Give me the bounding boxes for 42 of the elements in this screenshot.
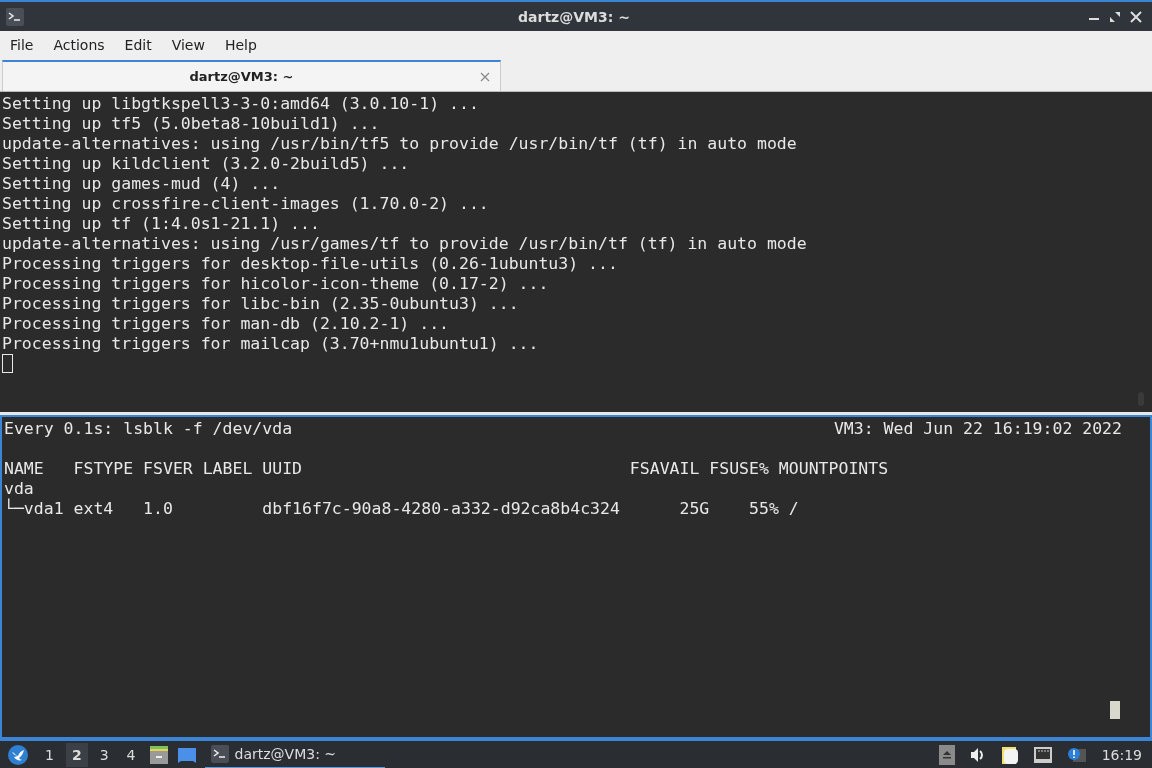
menu-item[interactable]: File	[0, 36, 44, 53]
terminal-line: NAME FSTYPE FSVER LABEL UUID FSAVAIL FSUSE% MOUNTPOINTS	[3, 459, 890, 479]
terminal-line: Setting up tf (1:4.0s1-21.1) ...	[1, 214, 321, 234]
terminal-line: Setting up kildclient (3.2.0-2build5) ...	[1, 154, 411, 174]
menu-item[interactable]: Help	[214, 36, 267, 53]
eject-icon[interactable]	[938, 745, 955, 765]
window-title: dartz@VM3: ~	[517, 8, 631, 25]
terminal-line: Processing triggers for man-db (2.10.2-1) ...	[1, 314, 451, 334]
text-cursor	[1110, 701, 1120, 719]
clipboard-icon[interactable]	[1000, 745, 1019, 765]
terminal-icon	[210, 745, 229, 763]
menu-item[interactable]: Edit	[114, 36, 162, 53]
terminal-icon	[6, 7, 24, 26]
terminal-line: Setting up crossfire-client-images (1.70.0-2) ...	[1, 194, 490, 214]
taskbar-button[interactable]: dartz@VM3: ~	[204, 741, 385, 768]
terminal-line: update-alternatives: using /usr/games/tf to provide /usr/bin/tf (tf) in auto mode	[1, 234, 808, 254]
menu-item[interactable]: Actions	[43, 36, 115, 53]
desktop-icon[interactable]	[176, 745, 197, 765]
menu-item[interactable]: View	[161, 36, 215, 53]
tab[interactable]: dartz@VM3: ~	[2, 60, 501, 91]
workspace-button[interactable]: 2	[65, 743, 88, 767]
terminal-line: update-alternatives: using /usr/bin/tf5 to provide /usr/bin/tf (tf) in auto mode	[1, 134, 798, 154]
bird-icon[interactable]	[8, 745, 28, 765]
network-icon[interactable]	[1032, 746, 1053, 764]
maximize-icon[interactable]	[1109, 10, 1121, 23]
terminal-line: Setting up libgtkspell3-3-0:amd64 (3.0.10-1) ...	[1, 94, 480, 114]
terminal-line: └─vda1 ext4 1.0 dbf16f7c-90a8-4280-a332-d92ca8b4c324 25G 55% /	[3, 499, 800, 519]
terminal-line: Every 0.1s: lsblk -f /dev/vda	[3, 419, 293, 439]
terminal-line: Setting up games-mud (4) ...	[1, 174, 282, 194]
workspace-button[interactable]: 1	[39, 743, 60, 767]
file-cabinet-icon[interactable]	[148, 745, 169, 765]
terminal-line: Processing triggers for mailcap (3.70+nmu1ubuntu1) ...	[1, 334, 540, 354]
workspace-button[interactable]: 4	[120, 743, 142, 767]
workspace-button[interactable]: 3	[93, 743, 115, 767]
terminal-line: Processing triggers for libc-bin (2.35-0ubuntu3) ...	[1, 294, 520, 314]
notification-icon[interactable]	[1066, 746, 1087, 764]
terminal-line: Processing triggers for hicolor-icon-theme (0.17-2) ...	[1, 274, 550, 294]
terminal-line: Processing triggers for desktop-file-utils (0.26-1ubuntu3) ...	[1, 254, 619, 274]
terminal-line: vda	[3, 479, 35, 498]
clock: 16:19	[1101, 747, 1142, 763]
terminal-line: Setting up tf5 (5.0beta8-10build1) ...	[1, 114, 381, 134]
terminal-line: VM3: Wed Jun 22 16:19:02 2022	[832, 419, 1122, 439]
